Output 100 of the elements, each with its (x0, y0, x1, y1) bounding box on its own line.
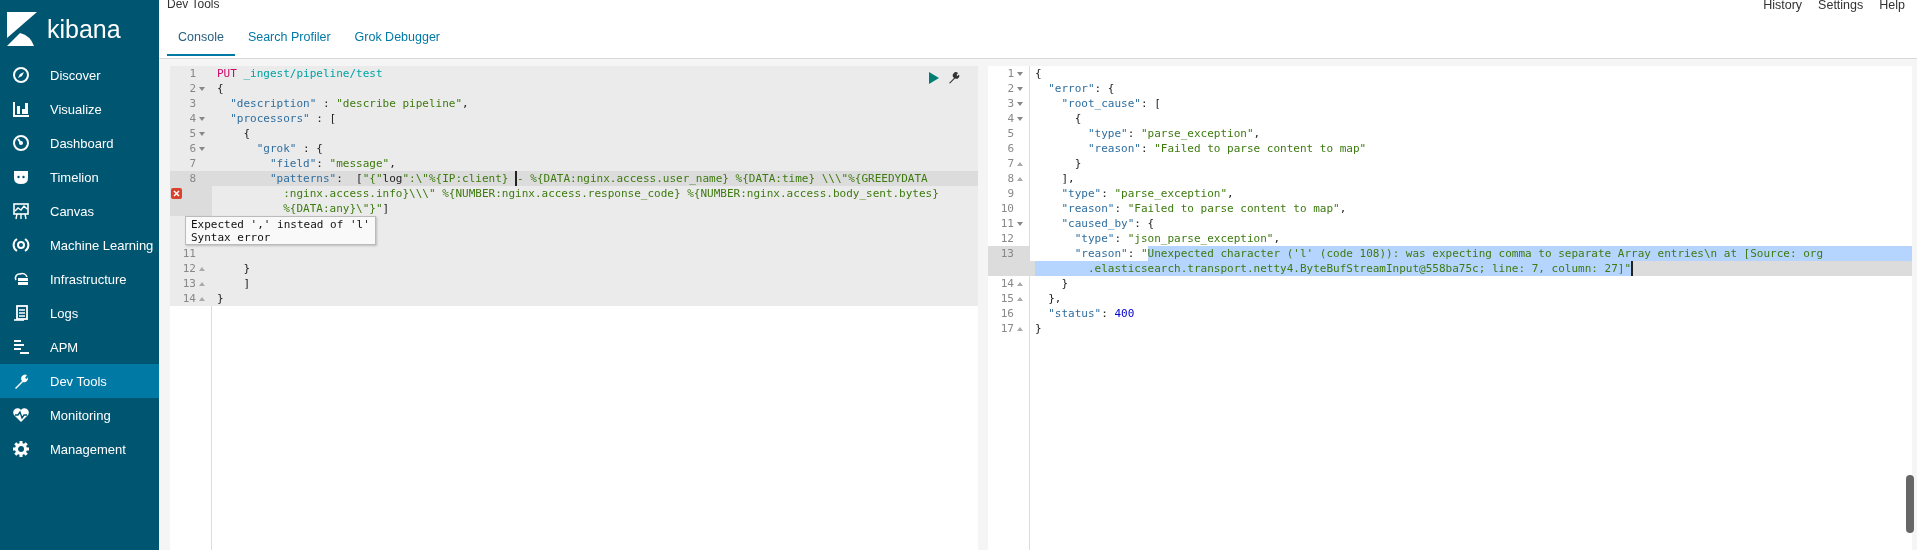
code-line: "root_cause": [ (1060, 96, 1161, 111)
bear-face-icon (12, 168, 30, 186)
code-line: PUT _ingest/pipeline/test (216, 66, 383, 81)
nav-item[interactable]: Management (0, 432, 159, 466)
play-icon[interactable] (928, 72, 940, 84)
fold-toggle-icon[interactable] (1017, 280, 1023, 287)
code-line: ], (1060, 171, 1075, 186)
line-number: 6 (1006, 141, 1014, 156)
tab[interactable]: Search Profiler (236, 22, 342, 56)
code-line: "status": 400 (1047, 306, 1135, 321)
line-number: 3 (188, 96, 196, 111)
fold-toggle-icon[interactable] (199, 115, 205, 122)
code-line: "field": "message", (268, 156, 396, 171)
line-number: 6 (188, 141, 196, 156)
nav-item[interactable]: Monitoring (0, 398, 159, 432)
scrollbar-thumb[interactable] (1906, 475, 1914, 533)
tab[interactable]: Grok Debugger (343, 22, 452, 56)
line-number: 7 (1006, 156, 1014, 171)
code-line: "type": "parse_exception", (1060, 186, 1234, 201)
nav-item[interactable]: Visualize (0, 92, 159, 126)
code-line: "grok" : { (255, 141, 323, 156)
line-number: 10 (999, 201, 1014, 216)
logo-icon[interactable] (7, 12, 37, 46)
header-link[interactable]: Help (1879, 0, 1905, 12)
code-line: { (1034, 66, 1042, 81)
line-number: 13 (999, 246, 1014, 261)
header-link[interactable]: History (1763, 0, 1803, 12)
tab[interactable]: Console (167, 22, 235, 56)
line-number: 11 (999, 216, 1014, 231)
fold-toggle-icon[interactable] (199, 130, 205, 137)
nav-item[interactable]: Timelion (0, 160, 159, 194)
fold-toggle-icon[interactable] (1017, 85, 1023, 92)
nav-item[interactable]: APM (0, 330, 159, 364)
fold-toggle-icon[interactable] (199, 85, 205, 92)
fold-toggle-icon[interactable] (1017, 325, 1023, 332)
line-number: 5 (188, 126, 196, 141)
fold-toggle-icon[interactable] (1017, 100, 1023, 107)
fold-toggle-icon[interactable] (1017, 160, 1023, 167)
line-number: 3 (1006, 96, 1014, 111)
bar-chart-icon (12, 100, 30, 118)
nav-item[interactable]: Dev Tools (0, 364, 159, 398)
code-line: } (242, 261, 251, 276)
cloud-server-icon (12, 270, 30, 288)
line-number: 14 (999, 276, 1014, 291)
app-name: kibana (47, 14, 121, 44)
dashboard-icon (12, 134, 30, 152)
compass-icon (12, 66, 30, 84)
line-number: 12 (181, 261, 196, 276)
tooltip-text: Syntax error (191, 231, 272, 244)
fold-toggle-icon[interactable] (199, 265, 205, 272)
line-number: 8 (188, 171, 196, 186)
fold-toggle-icon[interactable] (199, 295, 205, 302)
nav-item[interactable]: Infrastructure (0, 262, 159, 296)
line-number: 2 (1006, 81, 1014, 96)
code-line: } (1034, 321, 1042, 336)
code-line: "reason": "Failed to parse content to map", (1060, 201, 1347, 216)
line-number: 4 (1006, 111, 1014, 126)
settings-icon (12, 440, 30, 458)
fold-toggle-icon[interactable] (1017, 70, 1023, 77)
line-number: 9 (1006, 186, 1014, 201)
code-line: "type": "json_parse_exception", (1073, 231, 1281, 246)
fold-toggle-icon[interactable] (1017, 175, 1023, 182)
fold-toggle-icon[interactable] (1017, 220, 1023, 227)
lines-icon (12, 338, 30, 356)
nav-item[interactable]: Logs (0, 296, 159, 330)
code-line: "reason": "Failed to parse content to map" (1086, 141, 1367, 156)
line-number: 17 (999, 321, 1014, 336)
line-number: 11 (181, 246, 196, 261)
document-icon (12, 304, 30, 322)
code-line: { (1073, 111, 1082, 126)
code-line: } (1073, 156, 1082, 171)
wrench-icon[interactable] (948, 72, 960, 84)
code-line: } (1060, 276, 1069, 291)
fold-toggle-icon[interactable] (199, 280, 205, 287)
nav-item[interactable]: Discover (0, 58, 159, 92)
line-number: 1 (1006, 66, 1014, 81)
code-line: "description" : "describe pipeline", (229, 96, 469, 111)
fold-toggle-icon[interactable] (1017, 295, 1023, 302)
line-number: 4 (188, 111, 196, 126)
header-link[interactable]: Settings (1818, 0, 1864, 12)
line-number: 16 (999, 306, 1014, 321)
heart-pulse-icon (12, 406, 30, 424)
fold-toggle-icon[interactable] (1017, 115, 1023, 122)
code-line: %{DATA:any}\"}"] (282, 201, 390, 216)
code-line: "type": "parse_exception", (1086, 126, 1261, 141)
code-line: "caused_by": { (1060, 216, 1155, 231)
line-number: 2 (188, 81, 196, 96)
nav-item[interactable]: Dashboard (0, 126, 159, 160)
easel-icon (12, 202, 30, 220)
line-number: 13 (181, 276, 196, 291)
line-number: 1 (188, 66, 196, 81)
fold-toggle-icon[interactable] (199, 145, 205, 152)
line-number: 5 (1006, 126, 1014, 141)
line-number: 12 (999, 231, 1014, 246)
nav-item[interactable]: Machine Learning (0, 228, 159, 262)
code-line: { (216, 81, 224, 96)
code-line: "processors" : [ (229, 111, 337, 126)
nav-item[interactable]: Canvas (0, 194, 159, 228)
code-line: :nginx.access.info}\\\" %{NUMBER:nginx.access.response_code} %{NUMBER:nginx.access.body_sent.bytes} (282, 186, 939, 201)
line-number: 14 (181, 291, 196, 306)
